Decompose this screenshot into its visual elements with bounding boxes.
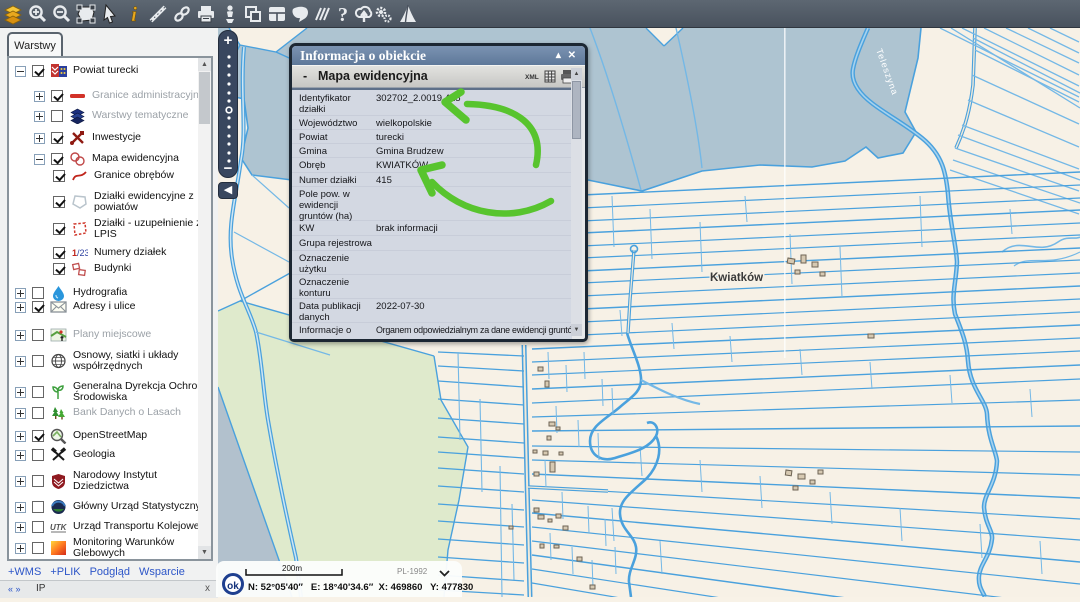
svg-text:200m: 200m xyxy=(282,564,302,573)
svg-text:Kwiatków: Kwiatków xyxy=(710,272,763,284)
svg-text:PL-1992: PL-1992 xyxy=(397,567,428,576)
svg-text:/23: /23 xyxy=(77,248,88,258)
svg-text:?: ? xyxy=(338,4,348,25)
svg-text:i: i xyxy=(131,3,137,25)
svg-text:UTK: UTK xyxy=(50,523,67,532)
